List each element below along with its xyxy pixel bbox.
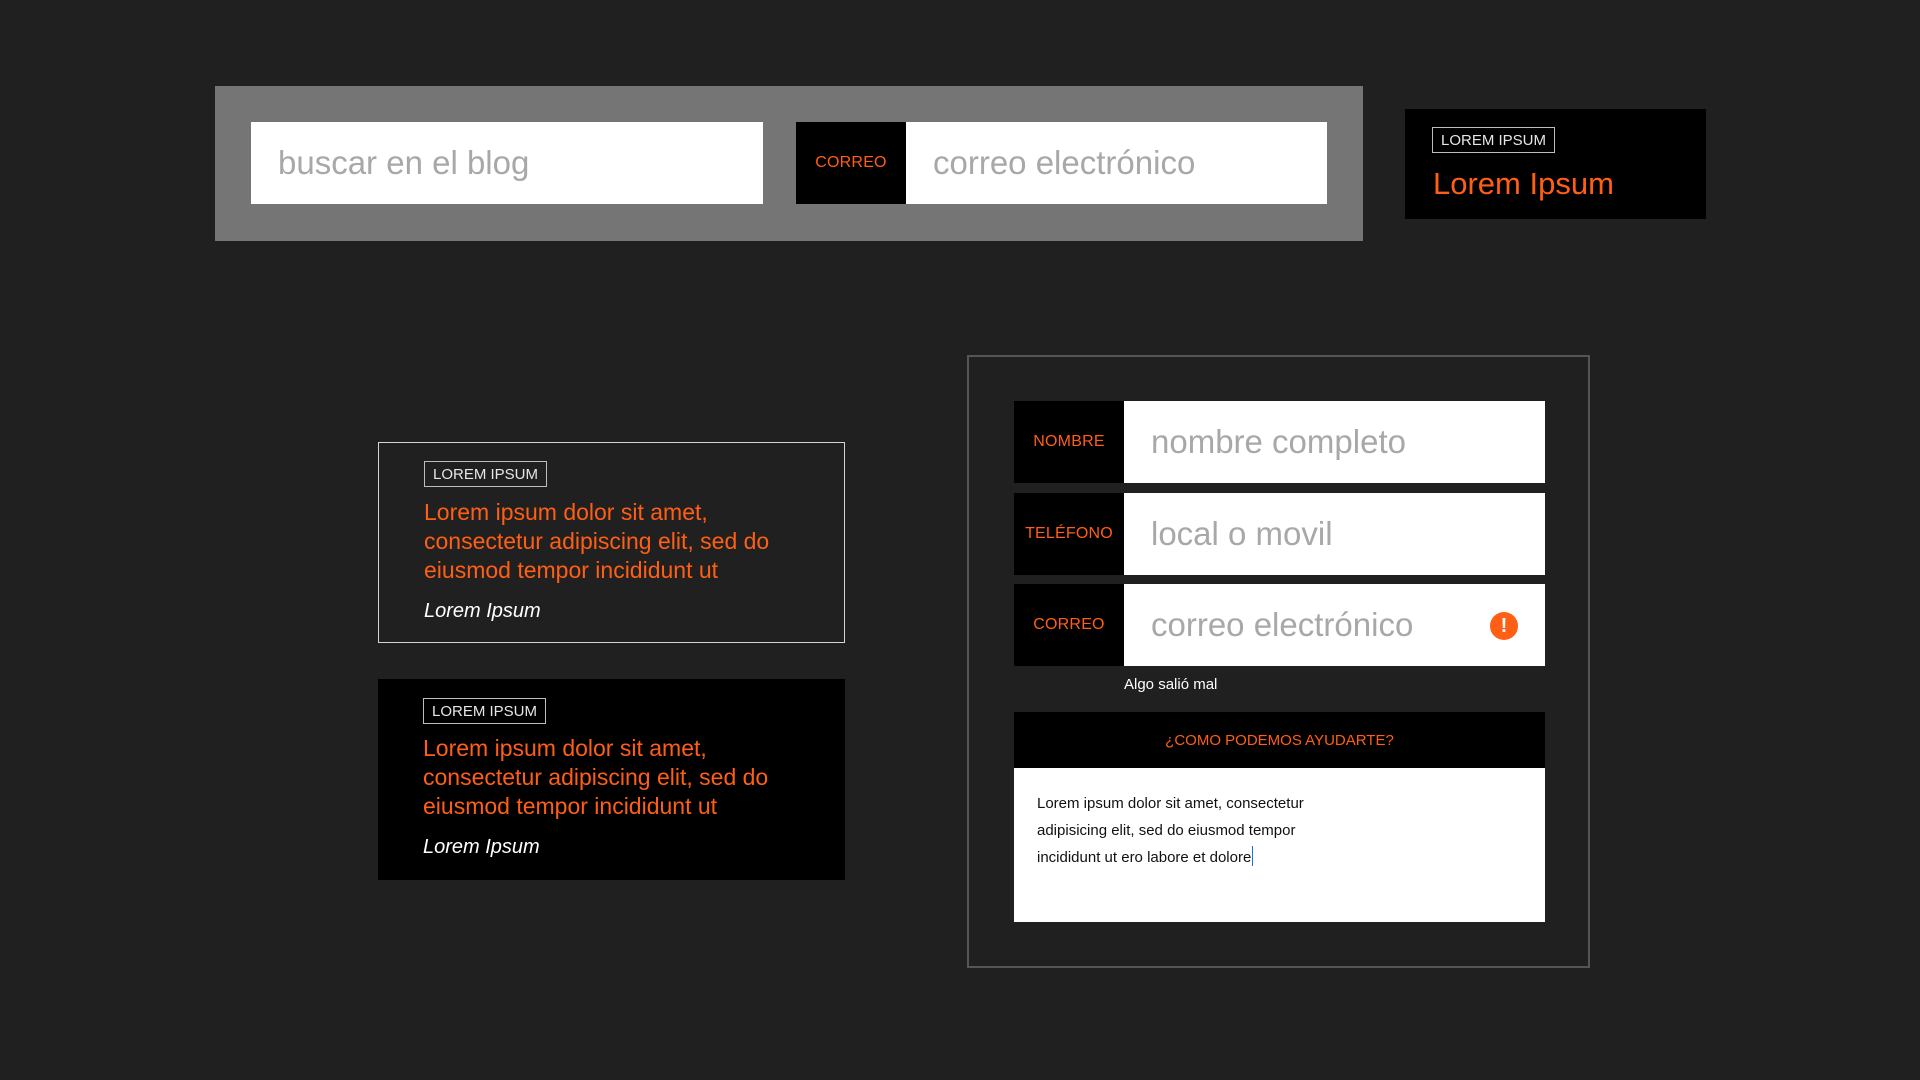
phone-label: TELÉFONO	[1014, 493, 1124, 575]
email-input[interactable]: correo electrónico !	[1124, 584, 1545, 666]
help-title: ¿COMO PODEMOS AYUDARTE?	[1014, 712, 1545, 768]
email-error-message: Algo salió mal	[1124, 676, 1218, 693]
name-field: NOMBRE nombre completo	[1014, 401, 1545, 483]
text-caret	[1252, 846, 1254, 866]
mini-card-title: Lorem Ipsum	[1433, 166, 1614, 201]
article-card-solid[interactable]: LOREM IPSUM Lorem ipsum dolor sit amet, …	[378, 679, 845, 880]
help-textarea-content: Lorem ipsum dolor sit amet, consectetur …	[1037, 790, 1357, 871]
blog-search-input[interactable]: buscar en el blog	[251, 122, 763, 204]
newsletter-email-label: CORREO	[796, 122, 906, 204]
blog-search-placeholder: buscar en el blog	[278, 144, 530, 181]
mini-card[interactable]: LOREM IPSUM Lorem Ipsum	[1405, 109, 1706, 219]
alert-icon: !	[1490, 612, 1518, 640]
phone-field: TELÉFONO local o movil	[1014, 493, 1545, 575]
article-tag: LOREM IPSUM	[424, 461, 548, 487]
email-field: CORREO correo electrónico !	[1014, 584, 1545, 666]
help-textarea-value: Lorem ipsum dolor sit amet, consectetur …	[1037, 795, 1304, 866]
search-panel: buscar en el blog CORREO correo electrón…	[215, 86, 1363, 241]
article-author: Lorem Ipsum	[423, 836, 540, 858]
component-sheet: buscar en el blog CORREO correo electrón…	[0, 0, 1920, 1080]
name-label: NOMBRE	[1014, 401, 1124, 483]
article-card-outline[interactable]: LOREM IPSUM Lorem ipsum dolor sit amet, …	[378, 442, 845, 643]
newsletter-email-input[interactable]: correo electrónico	[906, 122, 1327, 204]
article-tag: LOREM IPSUM	[423, 698, 547, 724]
phone-input[interactable]: local o movil	[1124, 493, 1545, 575]
article-excerpt: Lorem ipsum dolor sit amet, consectetur …	[424, 499, 770, 583]
name-input[interactable]: nombre completo	[1124, 401, 1545, 483]
article-author: Lorem Ipsum	[424, 600, 541, 622]
phone-placeholder: local o movil	[1151, 515, 1333, 552]
newsletter-email-field: CORREO correo electrónico	[796, 122, 1327, 204]
name-placeholder: nombre completo	[1151, 423, 1406, 460]
email-label: CORREO	[1014, 584, 1124, 666]
newsletter-email-placeholder: correo electrónico	[933, 144, 1196, 181]
email-placeholder: correo electrónico	[1151, 606, 1414, 643]
article-excerpt: Lorem ipsum dolor sit amet, consectetur …	[423, 735, 769, 819]
mini-card-tag: LOREM IPSUM	[1432, 127, 1556, 153]
help-textarea[interactable]: Lorem ipsum dolor sit amet, consectetur …	[1014, 768, 1545, 922]
contact-form: NOMBRE nombre completo TELÉFONO local o …	[967, 355, 1590, 968]
